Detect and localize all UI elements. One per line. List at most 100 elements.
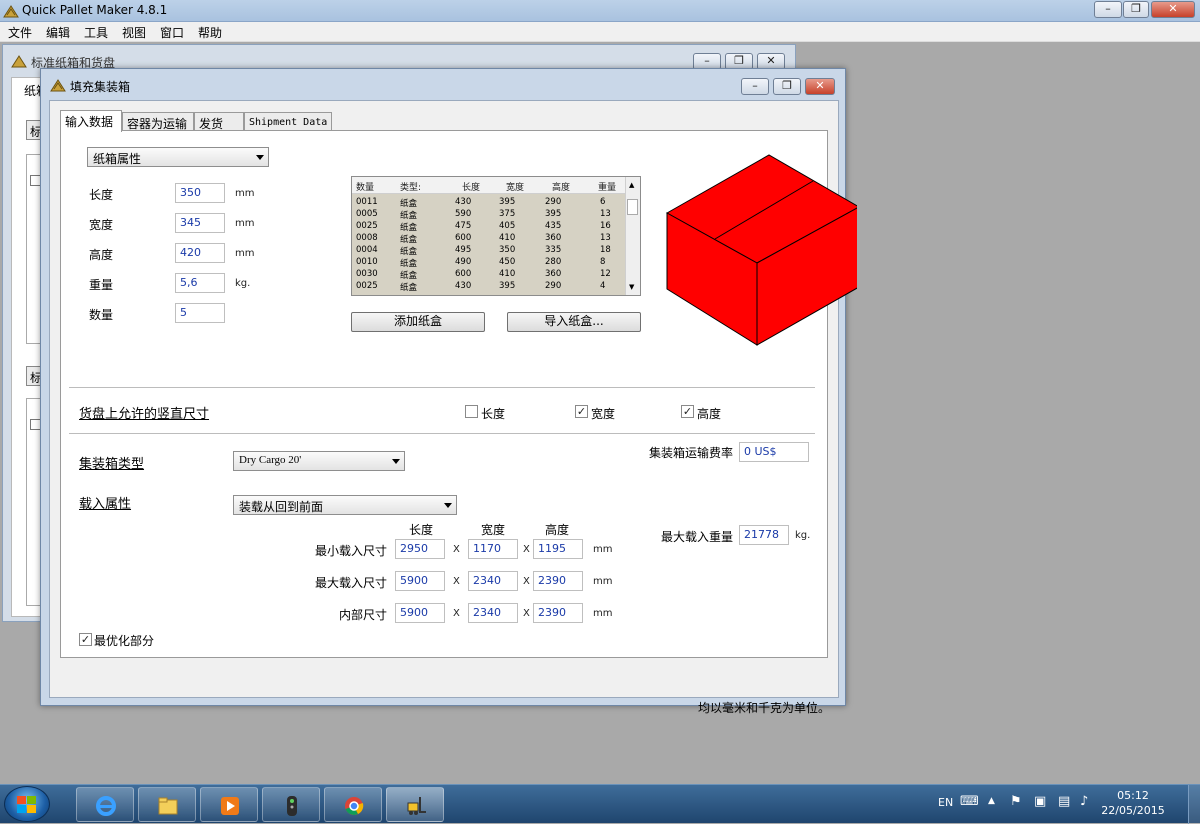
col-length[interactable]: 长度 xyxy=(462,180,480,193)
tab-shipment-data[interactable]: Shipment Data xyxy=(244,112,332,131)
carton-properties-combo[interactable]: 纸箱属性 xyxy=(87,147,269,167)
list-item[interactable]: 0008 纸盒 600 410 360 13 xyxy=(352,233,626,245)
power-icon[interactable]: ▣ xyxy=(1034,794,1046,809)
vertical-dims-title: 货盘上允许的竖直尺寸 xyxy=(79,407,210,422)
col-quantity[interactable]: 数量 xyxy=(356,180,374,193)
vertical-length-label: 长度 xyxy=(481,407,506,421)
list-item[interactable]: 0025 纸盒 475 405 435 16 xyxy=(352,221,626,233)
divider-1 xyxy=(69,387,815,388)
carton-properties-value: 纸箱属性 xyxy=(93,152,142,166)
col-type[interactable]: 类型: xyxy=(400,180,421,193)
list-cell: 0010 xyxy=(356,257,378,267)
menu-tools[interactable]: 工具 xyxy=(84,24,108,41)
col-height[interactable]: 高度 xyxy=(552,180,570,193)
dialog-close-button[interactable]: ✕ xyxy=(805,78,835,95)
ie-icon xyxy=(96,796,116,816)
dialog-maximize-button[interactable]: ❐ xyxy=(773,78,801,95)
list-cell: 375 xyxy=(499,209,516,219)
add-carton-button[interactable]: 添加纸盒 xyxy=(351,312,485,332)
list-cell: 纸盒 xyxy=(400,223,418,233)
inner-height-input[interactable]: 2390 xyxy=(533,603,583,623)
scroll-thumb[interactable] xyxy=(627,199,638,215)
keyboard-icon[interactable]: ⌨ xyxy=(960,794,979,809)
list-item[interactable]: 0005 纸盒 590 375 395 13 xyxy=(352,209,626,221)
max-weight-input[interactable]: 21778 xyxy=(739,525,789,545)
clock[interactable]: 05:12 22/05/2015 xyxy=(1100,788,1166,818)
min-load-height-input[interactable]: 1195 xyxy=(533,539,583,559)
show-hidden-icons-icon[interactable]: ▲ xyxy=(988,796,995,806)
minimize-button[interactable]: – xyxy=(1094,1,1122,18)
freight-rate-input[interactable]: 0 US$ xyxy=(739,442,809,462)
weight-input[interactable]: 5,6 xyxy=(175,273,225,293)
height-unit: mm xyxy=(235,248,255,259)
list-cell: 纸盒 xyxy=(400,235,418,245)
chevron-down-icon xyxy=(444,503,452,508)
length-input[interactable]: 350 xyxy=(175,183,225,203)
taskbar-chrome[interactable] xyxy=(324,787,382,822)
import-carton-button[interactable]: 导入纸盒... xyxy=(507,312,641,332)
start-button[interactable] xyxy=(4,786,50,822)
menu-help[interactable]: 帮助 xyxy=(198,24,222,41)
list-item[interactable]: 0030 纸盒 600 410 360 12 xyxy=(352,269,626,281)
taskbar-ie[interactable] xyxy=(76,787,134,822)
vertical-width-checkbox[interactable]: ✓ xyxy=(575,405,588,418)
list-cell: 395 xyxy=(499,281,516,291)
min-load-width-input[interactable]: 1170 xyxy=(468,539,518,559)
scroll-down-icon[interactable]: ▼ xyxy=(629,283,634,291)
list-scrollbar[interactable]: ▲ ▼ xyxy=(625,177,640,295)
menu-edit[interactable]: 编辑 xyxy=(46,24,70,41)
scroll-up-icon[interactable]: ▲ xyxy=(629,181,634,189)
inner-width-input[interactable]: 2340 xyxy=(468,603,518,623)
language-indicator[interactable]: EN xyxy=(938,796,953,809)
menu-file[interactable]: 文件 xyxy=(8,24,32,41)
min-load-length-input[interactable]: 2950 xyxy=(395,539,445,559)
taskbar-explorer[interactable] xyxy=(138,787,196,822)
optimize-checkbox[interactable]: ✓ xyxy=(79,633,92,646)
carton-list[interactable]: 数量 类型: 长度 宽度 高度 重量 0011 纸盒 430 395 290 6 0005 纸… xyxy=(351,176,641,296)
network-icon[interactable]: ▤ xyxy=(1058,794,1070,809)
quantity-input[interactable]: 5 xyxy=(175,303,225,323)
tab-shipping[interactable]: 发货 xyxy=(194,112,244,131)
list-cell: 475 xyxy=(455,221,472,231)
inner-length-input[interactable]: 5900 xyxy=(395,603,445,623)
col-width[interactable]: 宽度 xyxy=(506,180,524,193)
menu-window[interactable]: 窗口 xyxy=(160,24,184,41)
menu-view[interactable]: 视图 xyxy=(122,24,146,41)
max-load-label: 最大载入尺寸 xyxy=(315,576,388,590)
max-load-height-input[interactable]: 2390 xyxy=(533,571,583,591)
show-desktop-button[interactable] xyxy=(1188,785,1200,824)
list-item[interactable]: 0011 纸盒 430 395 290 6 xyxy=(352,197,626,209)
list-item[interactable]: 0010 纸盒 490 450 280 8 xyxy=(352,257,626,269)
dim-x-sep: X xyxy=(453,608,460,619)
weight-label: 重量 xyxy=(89,278,114,292)
vertical-height-checkbox[interactable]: ✓ xyxy=(681,405,694,418)
dialog-minimize-button[interactable]: – xyxy=(741,78,769,95)
taskbar-quick-pallet-maker[interactable] xyxy=(386,787,444,822)
load-attributes-value: 装载从回到前面 xyxy=(239,500,324,514)
close-button[interactable]: ✕ xyxy=(1151,1,1195,18)
list-cell: 290 xyxy=(545,197,562,207)
max-load-length-input[interactable]: 5900 xyxy=(395,571,445,591)
volume-icon[interactable]: ♪ xyxy=(1080,794,1088,809)
maximize-button[interactable]: ❐ xyxy=(1123,1,1149,18)
explorer-icon xyxy=(158,797,178,815)
max-load-width-input[interactable]: 2340 xyxy=(468,571,518,591)
load-attributes-combo[interactable]: 装载从回到前面 xyxy=(233,495,457,515)
tab-input-data[interactable]: 输入数据 xyxy=(60,110,122,132)
list-item[interactable]: 0004 纸盒 495 350 335 18 xyxy=(352,245,626,257)
container-type-combo[interactable]: Dry Cargo 20' xyxy=(233,451,405,471)
units-note: 均以毫米和千克为单位。 xyxy=(698,701,831,715)
list-item[interactable]: 0025 纸盒 430 395 290 4 xyxy=(352,281,626,293)
col-weight[interactable]: 重量 xyxy=(598,180,616,193)
min-load-unit: mm xyxy=(593,544,613,555)
taskbar-media-player[interactable] xyxy=(200,787,258,822)
action-center-icon[interactable]: ⚑ xyxy=(1010,794,1022,809)
list-cell: 600 xyxy=(455,233,472,243)
vertical-length-checkbox[interactable] xyxy=(465,405,478,418)
taskbar-remote[interactable] xyxy=(262,787,320,822)
height-input[interactable]: 420 xyxy=(175,243,225,263)
window-logo-icon xyxy=(11,55,27,68)
width-input[interactable]: 345 xyxy=(175,213,225,233)
tab-container-transport[interactable]: 容器为运输 xyxy=(122,112,194,131)
list-cell: 350 xyxy=(499,245,516,255)
